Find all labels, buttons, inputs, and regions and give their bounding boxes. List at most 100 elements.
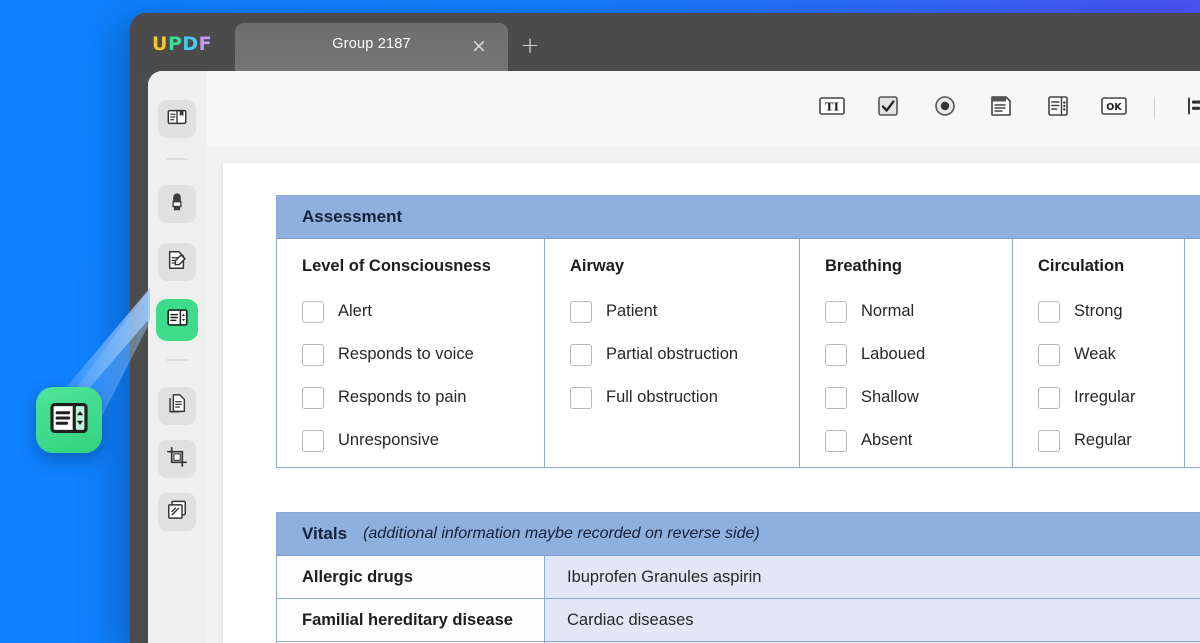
checkbox-icon[interactable]	[825, 386, 847, 409]
assessment-header-label: Assessment	[302, 207, 403, 226]
svg-text:TI: TI	[825, 99, 839, 113]
checkbox-option[interactable]: Laboued	[825, 333, 1012, 376]
form-icon	[166, 306, 189, 334]
highlighter-icon	[166, 191, 188, 218]
checkbox-option-label: Normal	[861, 302, 915, 320]
checkbox-option[interactable]: Shallow	[825, 376, 1012, 419]
vitals-header-note: (additional information maybe recorded o…	[363, 525, 760, 542]
checkbox-option[interactable]: Patient	[570, 290, 799, 333]
align-tool[interactable]	[1178, 89, 1200, 127]
document-canvas[interactable]: Assessment Level of Consciousness Alert Re…	[206, 145, 1200, 643]
checkbox-icon[interactable]	[1038, 386, 1060, 409]
checkbox-option-label: Responds to pain	[338, 388, 467, 406]
checkbox-icon[interactable]	[570, 300, 592, 323]
checkbox-option-label: Shallow	[861, 388, 919, 406]
checkbox-option-label: Alert	[338, 302, 372, 320]
checkbox-icon[interactable]	[570, 386, 592, 409]
list-box-icon	[988, 93, 1014, 124]
app-body: TI OK Assessment Level of Consciousness …	[148, 71, 1200, 643]
vitals-header-label: Vitals	[302, 524, 348, 543]
checkbox-option[interactable]: Responds to pain	[302, 376, 544, 419]
sidebar-item-annotate[interactable]	[158, 185, 196, 223]
checkbox-option-label: Unresponsive	[338, 431, 439, 449]
checkbox-icon[interactable]	[825, 300, 847, 323]
checkbox-option-label: Absent	[861, 431, 913, 449]
checkbox-option[interactable]: Weak	[1038, 333, 1184, 376]
ok-button-icon: OK	[1098, 94, 1130, 123]
assessment-column-title: Breathing	[825, 257, 903, 275]
assessment-table: Assessment Level of Consciousness Alert Re…	[276, 195, 1200, 468]
checkbox-icon[interactable]	[302, 300, 324, 323]
form-icon	[48, 397, 90, 444]
vitals-row-value[interactable]: Ibuprofen Granules aspirin	[545, 556, 1200, 598]
assessment-column: Airway Patient Partial obstruction Full obs…	[545, 239, 800, 468]
checkbox-tool[interactable]	[869, 89, 907, 127]
combo-box-icon	[1045, 93, 1071, 124]
text-field-tool[interactable]: TI	[813, 89, 851, 127]
sidebar-item-organize-pages[interactable]	[158, 387, 196, 425]
sidebar-item-edit-pdf[interactable]	[158, 243, 196, 281]
checkbox-icon[interactable]	[570, 343, 592, 366]
logo-letter-p: P	[167, 33, 183, 55]
checkbox-icon[interactable]	[1038, 300, 1060, 323]
checkbox-option-label: Regular	[1074, 431, 1132, 449]
checkbox-option[interactable]: Irregular	[1038, 376, 1184, 419]
sidebar-item-prepare-form[interactable]	[158, 301, 196, 339]
radio-button-icon	[932, 93, 958, 124]
assessment-column: Breathing Normal Laboued Shallow Absent	[800, 239, 1013, 468]
vitals-row-value[interactable]: Cardiac diseases	[545, 599, 1200, 641]
assessment-column-title: Circulation	[1038, 257, 1125, 275]
checkbox-icon[interactable]	[302, 343, 324, 366]
updf-window: U P D F Group 2187 × + TI OK Assessment …	[130, 13, 1200, 643]
checkbox-option[interactable]: Strong	[1038, 290, 1184, 333]
checkbox-option[interactable]: Absent	[825, 419, 1012, 462]
checkbox-option[interactable]: Regular	[1038, 419, 1184, 462]
checkbox-option-label: Patient	[606, 302, 658, 320]
checkbox-option-label: Weak	[1074, 345, 1116, 363]
assessment-column: Circulation Strong Weak Irregular Regular	[1013, 239, 1185, 468]
checkbox-option-label: Full obstruction	[606, 388, 718, 406]
checkbox-icon[interactable]	[825, 343, 847, 366]
vitals-table: Vitals (additional information maybe rec…	[276, 512, 1200, 643]
sidebar-item-reader[interactable]	[158, 100, 196, 138]
checkbox-icon[interactable]	[1038, 343, 1060, 366]
checkbox-option-label: Laboued	[861, 345, 926, 363]
toolbar-divider	[1154, 97, 1155, 119]
checkbox-option-label: Responds to voice	[338, 345, 474, 363]
radio-button-tool[interactable]	[926, 89, 964, 127]
checkbox-option[interactable]: Full obstruction	[570, 376, 799, 419]
checkbox-option-label: Irregular	[1074, 388, 1136, 406]
document-tab[interactable]: Group 2187 ×	[235, 23, 508, 71]
pdf-page: Assessment Level of Consciousness Alert Re…	[223, 163, 1200, 643]
new-tab-icon[interactable]: +	[518, 35, 542, 59]
sidebar-item-protect[interactable]	[158, 493, 196, 531]
assessment-column-title: Airway	[570, 257, 625, 275]
align-left-icon	[1185, 95, 1200, 122]
vitals-row-label: Allergic drugs	[277, 556, 545, 598]
checkbox-option[interactable]: Partial obstruction	[570, 333, 799, 376]
assessment-columns: Level of Consciousness Alert Responds to v…	[277, 239, 1200, 468]
checkbox-option[interactable]: Unresponsive	[302, 419, 544, 462]
checkbox-icon[interactable]	[302, 386, 324, 409]
vitals-header: Vitals (additional information maybe rec…	[277, 513, 1200, 556]
close-icon[interactable]: ×	[468, 36, 490, 58]
checkbox-option[interactable]: Responds to voice	[302, 333, 544, 376]
list-box-tool[interactable]	[982, 89, 1020, 127]
combo-box-tool[interactable]	[1039, 89, 1077, 127]
logo-letter-f: F	[198, 33, 213, 55]
edit-document-icon	[166, 249, 188, 276]
assessment-column: Level of Consciousness Alert Responds to v…	[277, 239, 545, 468]
updf-logo: U P D F	[152, 33, 212, 55]
form-toolbar: TI OK	[206, 71, 1200, 145]
checkbox-icon	[875, 93, 901, 124]
checkbox-icon[interactable]	[1038, 429, 1060, 452]
sidebar-item-crop[interactable]	[158, 440, 196, 478]
book-reader-icon	[166, 106, 188, 133]
checkbox-option[interactable]: Normal	[825, 290, 1012, 333]
checkbox-option-label: Strong	[1074, 302, 1123, 320]
checkbox-icon[interactable]	[825, 429, 847, 452]
checkbox-icon[interactable]	[302, 429, 324, 452]
title-bar: U P D F Group 2187 × +	[130, 13, 1200, 71]
push-button-tool[interactable]: OK	[1095, 89, 1133, 127]
checkbox-option[interactable]: Alert	[302, 290, 544, 333]
